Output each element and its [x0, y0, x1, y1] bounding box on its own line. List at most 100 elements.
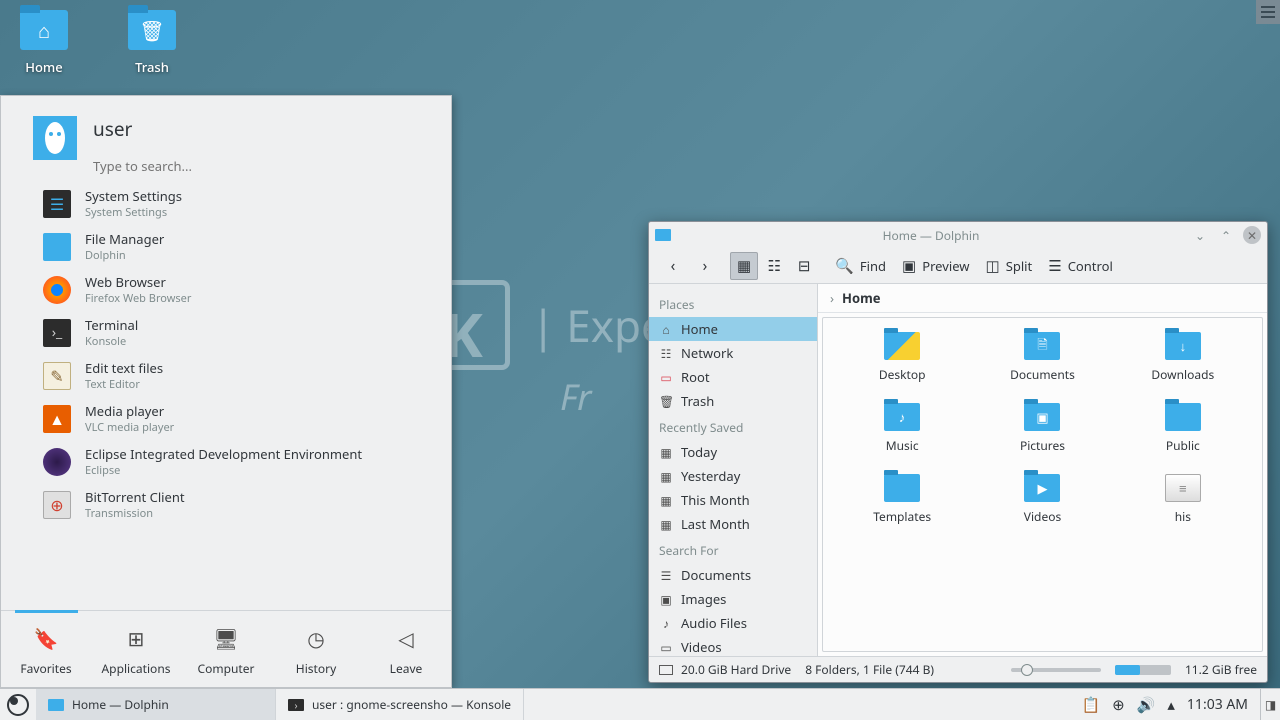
vlc-icon: ▲	[43, 405, 71, 433]
file-view[interactable]: Desktop 🗎Documents ↓Downloads ♪Music ▣Pi…	[822, 317, 1263, 652]
grid-icon: ⊞	[128, 625, 145, 652]
drive-icon	[659, 665, 673, 675]
tab-computer[interactable]: 🖥Computer	[181, 611, 271, 687]
app-file-manager[interactable]: File ManagerDolphin	[1, 225, 451, 268]
sidebar-item-trash[interactable]: 🗑Trash	[649, 389, 817, 413]
details-view-button[interactable]: ⊟	[790, 252, 818, 280]
folder-icon	[43, 233, 71, 261]
toolbar: ‹ › ▦ ☷ ⊟ 🔍Find ▣Preview ◫Split ☰Control	[649, 248, 1267, 284]
dolphin-window: Home — Dolphin ⌄ ⌃ ✕ ‹ › ▦ ☷ ⊟ 🔍Find ▣Pr…	[648, 221, 1268, 683]
eclipse-icon	[43, 448, 71, 476]
close-button[interactable]: ✕	[1243, 226, 1261, 244]
folder-documents[interactable]: 🗎Documents	[977, 332, 1107, 383]
computer-icon: 🖥	[213, 625, 238, 652]
forward-button[interactable]: ›	[691, 252, 719, 280]
calendar-icon: ▦	[659, 492, 673, 509]
icons-view-button[interactable]: ▦	[730, 252, 758, 280]
task-dolphin[interactable]: Home — Dolphin	[36, 689, 276, 720]
sidebar-item-audio[interactable]: ♪Audio Files	[649, 611, 817, 635]
folder-icon: ▭	[659, 369, 673, 386]
free-space-label: 11.2 GiB free	[1185, 661, 1257, 678]
control-button[interactable]: ☰Control	[1042, 252, 1119, 280]
folder-templates[interactable]: Templates	[837, 474, 967, 525]
sidebar-item-this-month[interactable]: ▦This Month	[649, 488, 817, 512]
user-avatar[interactable]	[33, 116, 77, 160]
application-launcher: user ☰System SettingsSystem Settings Fil…	[0, 95, 452, 688]
minimize-button[interactable]: ⌄	[1191, 226, 1209, 244]
app-eclipse[interactable]: Eclipse Integrated Development Environme…	[1, 440, 451, 483]
folder-videos[interactable]: ▶Videos	[977, 474, 1107, 525]
tab-history[interactable]: ◷History	[271, 611, 361, 687]
app-terminal[interactable]: ›_TerminalKonsole	[1, 311, 451, 354]
back-button[interactable]: ‹	[659, 252, 687, 280]
zoom-slider[interactable]	[1011, 668, 1101, 672]
folder-icon: 🗎	[1024, 332, 1060, 360]
volume-icon[interactable]: 🔊	[1137, 695, 1156, 715]
video-icon: ▭	[659, 639, 673, 656]
folder-public[interactable]: Public	[1118, 403, 1248, 454]
sidebar-item-documents[interactable]: ☰Documents	[649, 563, 817, 587]
search-icon: 🔍	[835, 256, 854, 276]
leave-icon: ◁	[398, 625, 413, 652]
bookmark-icon: 🔖	[34, 625, 59, 652]
trash-icon: 🗑	[659, 393, 673, 410]
tab-applications[interactable]: ⊞Applications	[91, 611, 181, 687]
app-bittorrent[interactable]: ⊕BitTorrent ClientTransmission	[1, 483, 451, 526]
titlebar[interactable]: Home — Dolphin ⌄ ⌃ ✕	[649, 222, 1267, 248]
folder-downloads[interactable]: ↓Downloads	[1118, 332, 1248, 383]
chevron-right-icon: ›	[703, 256, 708, 276]
breadcrumb[interactable]: ›Home	[818, 284, 1267, 313]
history-icon: ◷	[307, 625, 324, 652]
app-media-player[interactable]: ▲Media playerVLC media player	[1, 397, 451, 440]
app-system-settings[interactable]: ☰System SettingsSystem Settings	[1, 182, 451, 225]
tab-leave[interactable]: ◁Leave	[361, 611, 451, 687]
desktop-icon-trash[interactable]: 🗑 Trash	[128, 10, 176, 76]
folder-icon: ↓	[1165, 332, 1201, 360]
app-text-editor[interactable]: ✎Edit text filesText Editor	[1, 354, 451, 397]
folder-pictures[interactable]: ▣Pictures	[977, 403, 1107, 454]
settings-icon: ☰	[43, 190, 71, 218]
sidebar-item-hard-drive[interactable]: 20.0 GiB Hard Drive	[659, 661, 791, 678]
search-input[interactable]	[93, 155, 439, 177]
task-konsole[interactable]: ›user : gnome-screensho — Konsole	[276, 689, 524, 720]
clock[interactable]: 11:03 AM	[1187, 695, 1248, 714]
compact-view-button[interactable]: ☷	[760, 252, 788, 280]
file-his[interactable]: ≡his	[1118, 474, 1248, 525]
network-icon[interactable]: ⊕	[1112, 695, 1125, 715]
text-editor-icon: ✎	[43, 362, 71, 390]
clipboard-icon[interactable]: 📋	[1081, 695, 1100, 715]
sidebar-item-images[interactable]: ▣Images	[649, 587, 817, 611]
sidebar-item-videos[interactable]: ▭Videos	[649, 635, 817, 656]
details-view-icon: ⊟	[798, 256, 811, 276]
firefox-icon	[43, 276, 71, 304]
image-icon: ▣	[659, 591, 673, 608]
sidebar-item-today[interactable]: ▦Today	[649, 440, 817, 464]
network-icon: ☷	[659, 345, 673, 362]
split-button[interactable]: ◫Split	[980, 252, 1039, 280]
sidebar-item-home[interactable]: ⌂Home	[649, 317, 817, 341]
sidebar-item-root[interactable]: ▭Root	[649, 365, 817, 389]
folder-icon	[884, 474, 920, 502]
home-icon: ⌂	[38, 17, 50, 44]
recent-header: Recently Saved	[649, 413, 817, 440]
sidebar-item-network[interactable]: ☷Network	[649, 341, 817, 365]
tab-favorites[interactable]: 🔖Favorites	[1, 611, 91, 687]
folder-music[interactable]: ♪Music	[837, 403, 967, 454]
terminal-icon: ›	[288, 699, 304, 711]
application-menu-button[interactable]	[0, 689, 36, 720]
sidebar-item-yesterday[interactable]: ▦Yesterday	[649, 464, 817, 488]
show-desktop-button[interactable]: ◨	[1260, 689, 1280, 720]
desktop-icon-home[interactable]: ⌂ Home	[20, 10, 68, 76]
home-icon: ⌂	[659, 321, 673, 338]
desktop-toolbox-button[interactable]	[1256, 0, 1280, 24]
find-button[interactable]: 🔍Find	[829, 252, 892, 280]
split-icon: ◫	[986, 256, 1000, 276]
folder-desktop[interactable]: Desktop	[837, 332, 967, 383]
maximize-button[interactable]: ⌃	[1217, 226, 1235, 244]
app-web-browser[interactable]: Web BrowserFirefox Web Browser	[1, 268, 451, 311]
tray-expand-icon[interactable]: ▴	[1167, 695, 1175, 715]
preview-button[interactable]: ▣Preview	[896, 252, 975, 280]
sidebar-item-last-month[interactable]: ▦Last Month	[649, 512, 817, 536]
favorites-list: ☰System SettingsSystem Settings File Man…	[1, 182, 451, 610]
audio-icon: ♪	[659, 615, 673, 632]
